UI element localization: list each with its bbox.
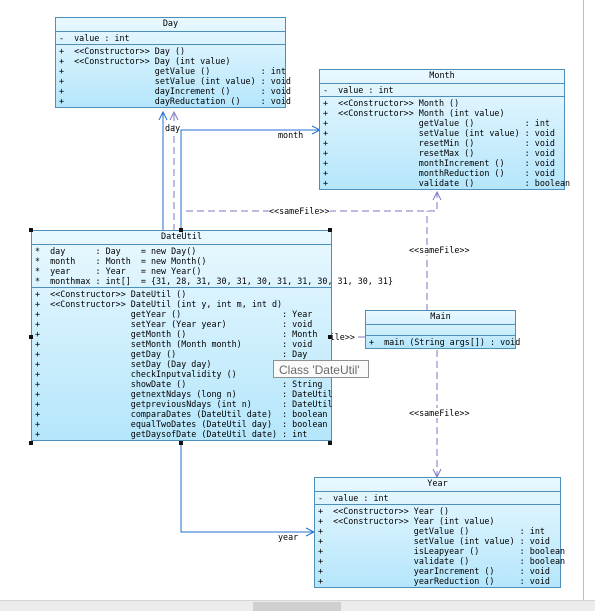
class-dateutil-method: + getDaysofDate (DateUtil date) : int [35,429,308,439]
class-year[interactable]: Year - value : int + <<Constructor>> Yea… [314,477,566,588]
class-year-method: + getValue () : int [318,526,545,536]
class-dateutil-method: + showDate () : String [35,379,323,389]
class-month-title: Month [320,70,564,84]
class-month-method: + getValue () : int [323,118,550,128]
class-dateutil-method: + getYear () : Year [35,309,313,319]
class-main-title: Main [366,311,515,325]
selection-handle-ne[interactable] [328,228,332,232]
class-year-method: + <<Constructor>> Year () [318,506,450,516]
class-month-attributes: - value : int [320,84,564,97]
class-year-attributes: - value : int [315,492,560,505]
class-dateutil-attributes: * day : Day = new Day() * month : Month =… [32,245,393,288]
class-dateutil-attribute: * month : Month = new Month() [35,256,207,266]
class-day-method: + dayReductation () : void [59,96,291,106]
class-month-attribute: - value : int [323,85,394,95]
class-main-attributes [366,325,515,336]
class-dateutil-method: + getpreviousNdays (int n) : DateUtil [35,399,333,409]
class-dateutil-method: + equalTwoDates (DateUtil day) : boolean [35,419,328,429]
selection-handle-w[interactable] [29,335,33,339]
label-samefile-year: <<sameFile>> [409,408,470,418]
label-samefile-top: <<sameFile>> [269,206,330,216]
class-year-attribute: - value : int [318,493,389,503]
class-month-method: + resetMin () : void [323,138,555,148]
class-dateutil-method: + setMonth (Month month) : void [35,339,313,349]
class-day-attributes: - value : int [56,32,285,45]
class-year-title: Year [315,478,560,492]
class-day-attribute: - value : int [59,33,130,43]
label-year: year [278,532,299,542]
label-month: month [278,130,304,140]
class-main[interactable]: Main + main (String args[]) : void [365,310,521,349]
class-day-method: + <<Constructor>> Day () [59,46,186,56]
class-dateutil-method: + setYear (Year year) : void [35,319,313,329]
class-dateutil-method: + <<Constructor>> DateUtil () [35,289,187,299]
vertical-divider [583,0,584,600]
selection-handle-s[interactable] [179,441,183,445]
class-month-method: + <<Constructor>> Month (int value) [323,108,505,118]
class-year-method: + yearReduction () : void [318,576,550,586]
label-samefile-month: <<sameFile>> [409,245,470,255]
class-dateutil-method: + getnextNdays (long n) : DateUtil [35,389,333,399]
class-dateutil-method: + <<Constructor>> DateUtil (int y, int m… [35,299,283,309]
selection-handle-se[interactable] [328,441,332,445]
label-day: day [165,123,181,133]
tooltip: Class 'DateUtil' [273,360,369,378]
class-year-method: + <<Constructor>> Year (int value) [318,516,495,526]
class-day-method: + setValue (int value) : void [59,76,291,86]
class-month-method: + <<Constructor>> Month () [323,98,460,108]
class-dateutil-attribute: * day : Day = new Day() [35,246,197,256]
selection-handle-sw[interactable] [29,441,33,445]
class-dateutil-method: + getDay () : Day [35,349,308,359]
class-year-method: + validate () : boolean [318,556,566,566]
class-day-method: + getValue () : int [59,66,286,76]
horizontal-scrollbar-thumb[interactable] [253,602,341,611]
class-dateutil-attribute: * monthmax : int[] = {31, 28, 31, 30, 31… [35,276,393,286]
class-year-method: + setValue (int value) : void [318,536,550,546]
class-month-method: + setValue (int value) : void [323,128,555,138]
association-dateutil-year[interactable] [180,443,314,532]
class-day-title: Day [56,18,285,32]
selection-handle-nw[interactable] [29,228,33,232]
class-dateutil-attribute: * year : Year = new Year() [35,266,202,276]
class-dateutil-title: DateUtil [32,231,331,245]
class-month-method: + monthIncrement () : void [323,158,555,168]
class-day-method: + dayIncrement () : void [59,86,291,96]
class-day-methods: + <<Constructor>> Day () + <<Constructor>… [56,45,291,107]
selection-handle-n[interactable] [179,228,183,232]
class-dateutil-method: + comparaDates (DateUtil date) : boolean [35,409,328,419]
class-month-methods: + <<Constructor>> Month () + <<Constructo… [320,97,571,189]
class-day-method: + <<Constructor>> Day (int value) [59,56,231,66]
class-month-method: + resetMax () : void [323,148,555,158]
class-month[interactable]: Month - value : int + <<Constructor>> Mo… [319,69,571,190]
class-month-method: + monthReduction () : void [323,168,555,178]
class-main-method: + main (String args[]) : void [369,337,521,347]
class-day[interactable]: Day - value : int + <<Constructor>> Day … [55,17,291,108]
label-samefile-main: <<sameFile>> [332,322,365,342]
class-main-methods: + main (String args[]) : void [366,336,521,348]
class-dateutil-method: + getMonth () : Month [35,329,318,339]
class-year-method: + yearIncrement () : void [318,566,550,576]
label-samefile-main-text: <<sameFile>> [332,332,355,342]
class-dateutil[interactable]: DateUtil * day : Day = new Day() * month … [31,230,393,441]
class-year-methods: + <<Constructor>> Year () + <<Constructor… [315,505,566,587]
class-month-method: + validate () : boolean [323,178,571,188]
class-year-method: + isLeapyear () : boolean [318,546,566,556]
